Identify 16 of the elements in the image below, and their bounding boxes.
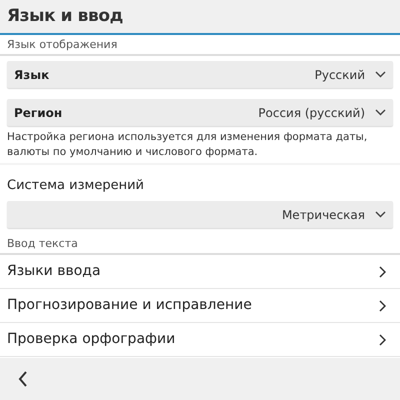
menu-item[interactable]: Прогнозирование и исправление bbox=[0, 289, 400, 323]
dropdown[interactable]: Язык Русский bbox=[7, 61, 393, 88]
dropdown-value: Метрическая bbox=[282, 206, 365, 224]
help-text: Настройка региона используется для изменения формата даты, валюты по умолчанию и числового формата. bbox=[0, 130, 400, 165]
menu-item[interactable]: Проверка орфографии bbox=[0, 323, 400, 357]
setting-label: Система измерений bbox=[7, 178, 144, 193]
screen-title: Язык и ввод bbox=[7, 4, 123, 28]
dropdown-value: Русский bbox=[314, 66, 365, 84]
dropdown[interactable]: Регион Россия (русский) bbox=[7, 99, 393, 126]
dropdown-value: Россия (русский) bbox=[258, 104, 365, 122]
section-header: Язык отображения bbox=[7, 37, 118, 54]
dropdown-label: Регион bbox=[14, 104, 62, 122]
dropdown[interactable]: Метрическая bbox=[7, 201, 393, 228]
menu-item[interactable]: Языки ввода bbox=[0, 255, 400, 289]
dropdown-label: Язык bbox=[14, 66, 50, 84]
section-header: Ввод текста bbox=[7, 236, 78, 252]
